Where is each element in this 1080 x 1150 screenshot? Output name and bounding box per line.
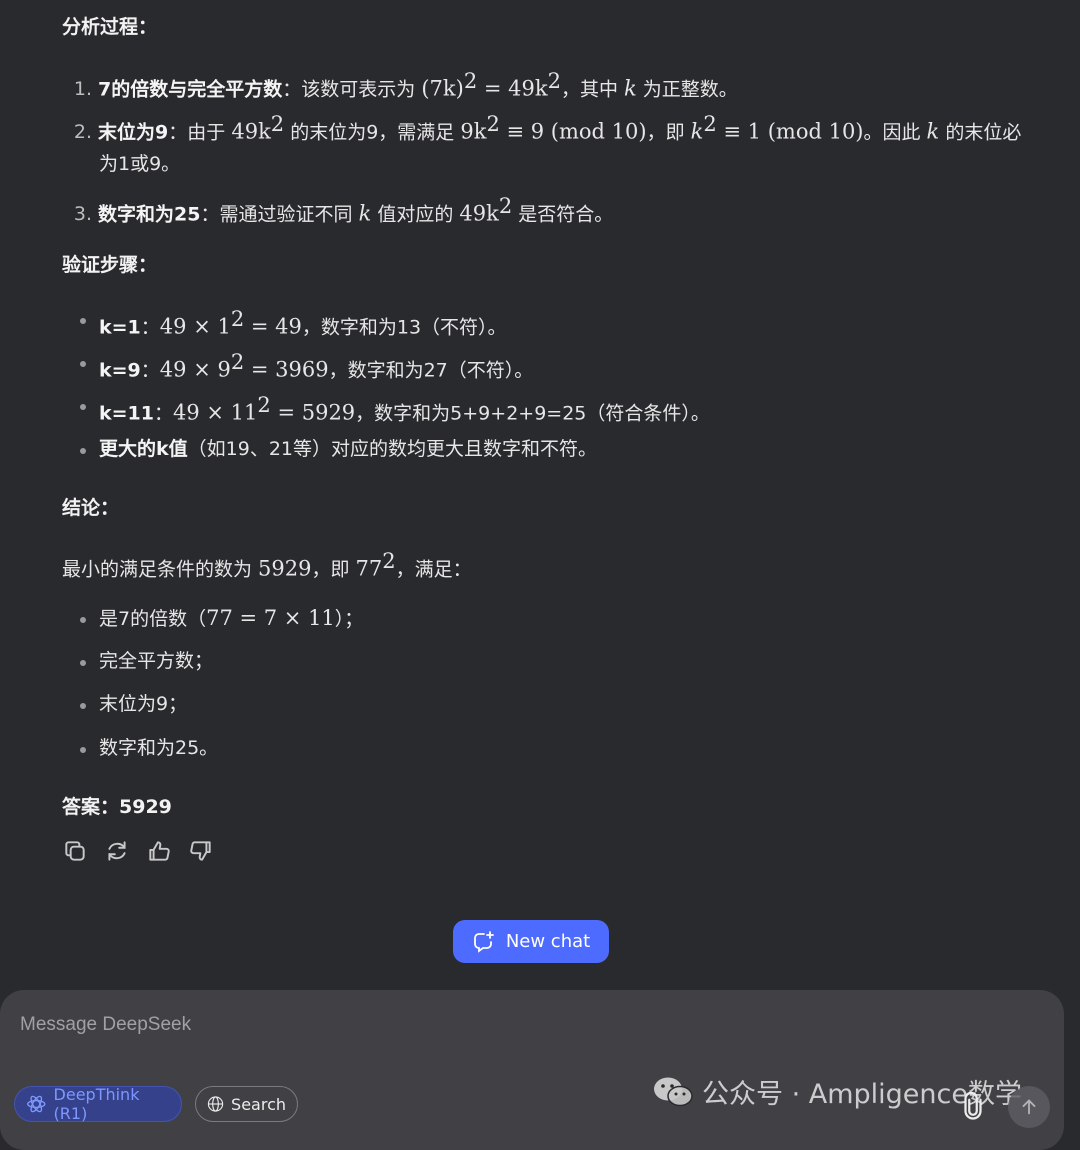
copy-icon [65,841,85,861]
verify-item-larger-k: 更大的k值（如19、21等）对应的数均更大且数字和不符。 [99,438,597,460]
conclusion-item-4: 数字和为25。 [99,737,219,759]
message-input[interactable] [18,1010,922,1040]
regenerate-icon [108,841,126,861]
verify-item-k1: k=1：49 × 12 = 49，数字和为13（不符）。 [99,307,507,339]
copy-button[interactable] [62,838,88,864]
deepthink-label: DeepThink (R1) [53,1085,140,1123]
verify-item-k11: k=11：49 × 112 = 5929，数字和为5+9+2+9=25（符合条件… [99,393,710,425]
send-button[interactable] [1008,1086,1050,1128]
bullet-dot [80,448,86,454]
deepthink-toggle[interactable]: DeepThink (R1) [14,1085,182,1123]
conclusion-text: 最小的满足条件的数为 5929，即 772，满足： [62,549,472,581]
atom-icon [27,1095,46,1113]
paperclip-icon [964,1091,982,1120]
analysis-heading: 分析过程： [62,16,158,38]
analysis-item-2-continued: 为1或9。 [99,153,181,175]
analysis-item-2: 2. 末位为9：由于 49k2 的末位为9，需满足 9k2 ≡ 9 (mod 1… [73,112,1022,144]
dislike-button[interactable] [188,838,214,864]
bullet-dot [80,404,86,410]
new-chat-label: New chat [505,931,591,952]
message-actions [62,838,214,864]
arrow-up-icon [1022,1099,1036,1115]
wechat-icon [654,1077,693,1106]
conclusion-item-1: 是7的倍数（77 = 7 × 11）； [99,606,364,630]
conclusion-heading: 结论： [62,497,120,519]
bullet-dot [80,318,86,324]
analysis-item-3: 3. 数字和为25：需通过验证不同 k 值对应的 49k2 是否符合。 [73,194,614,226]
verify-item-k9: k=9：49 × 92 = 3969，数字和为27（不符）。 [99,350,534,382]
new-chat-icon [473,930,494,953]
verify-heading: 验证步骤： [62,254,158,276]
search-label: Search [231,1094,286,1114]
bullet-dot [80,617,86,623]
like-button[interactable] [146,838,172,864]
search-toggle[interactable]: Search [195,1086,298,1122]
new-chat-button[interactable]: New chat [453,920,609,963]
bullet-dot [80,660,86,666]
conclusion-item-3: 末位为9； [99,693,188,715]
bullet-dot [80,747,86,753]
thumbs-up-icon [149,841,170,861]
conclusion-item-2: 完全平方数； [99,650,214,672]
attach-button[interactable] [956,1089,990,1123]
regenerate-button[interactable] [104,838,130,864]
analysis-item-1: 1. 7的倍数与完全平方数：该数可表示为 (7k)2 = 49k2，其中 k 为… [73,69,738,101]
final-answer: 答案：5929 [62,796,172,818]
thumbs-down-icon [190,841,211,861]
globe-icon [207,1096,224,1112]
bullet-dot [80,361,86,367]
bullet-dot [80,703,86,709]
